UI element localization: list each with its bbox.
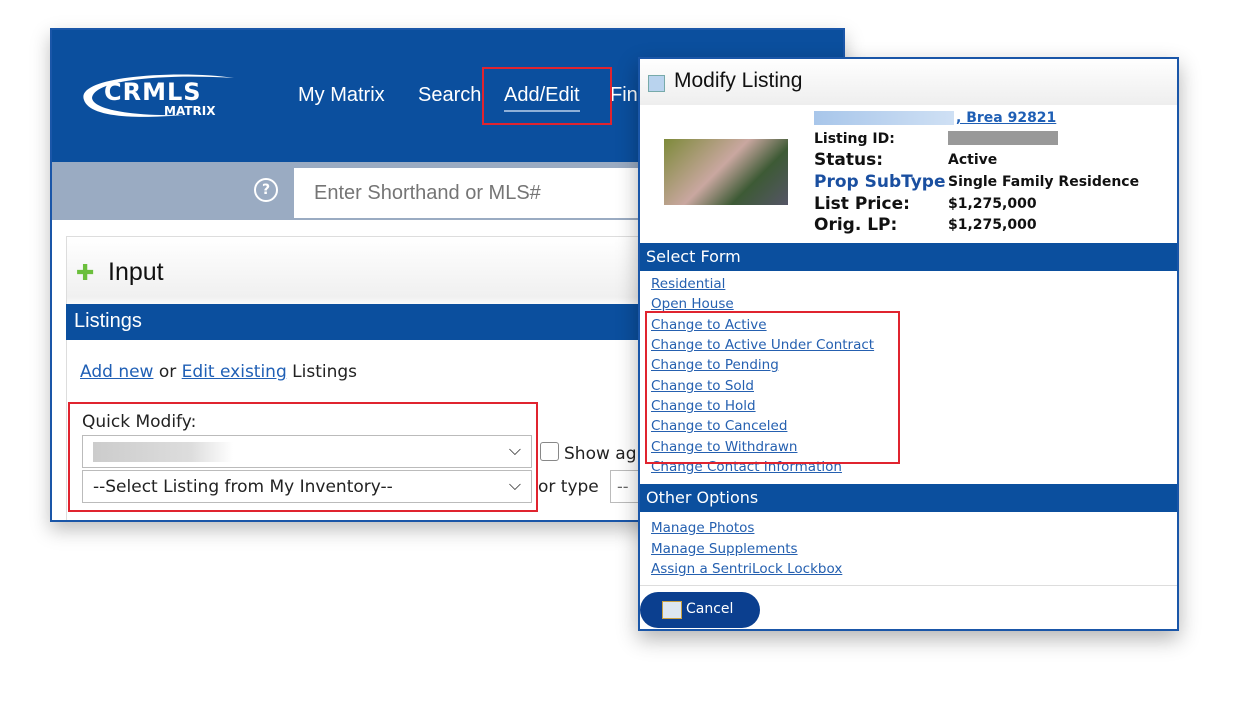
form-link-open-house[interactable]: Open House — [651, 296, 734, 312]
manage-photos-link[interactable]: Manage Photos — [651, 520, 754, 536]
assign-lockbox-link[interactable]: Assign a SentriLock Lockbox — [651, 561, 842, 577]
highlight-box — [645, 311, 900, 464]
highlight-box — [482, 67, 612, 125]
address-link[interactable]: , Brea 92821 — [956, 110, 1056, 126]
manage-supplements-link[interactable]: Manage Supplements — [651, 541, 798, 557]
prop-subtype-label: Prop SubType — [814, 172, 946, 192]
help-icon[interactable]: ? — [254, 178, 278, 202]
panel-title: Input — [108, 258, 164, 286]
edit-existing-link[interactable]: Edit existing — [182, 362, 287, 382]
listings-text: Listings — [292, 362, 358, 382]
form-link-residential[interactable]: Residential — [651, 276, 725, 292]
window-icon — [648, 75, 665, 92]
redacted-address — [814, 111, 954, 125]
divider — [640, 585, 1177, 586]
svg-text:MATRIX: MATRIX — [164, 104, 216, 118]
listing-id-label: Listing ID: — [814, 131, 895, 147]
cancel-button[interactable]: Cancel — [640, 592, 760, 628]
svg-text:CRMLS: CRMLS — [104, 78, 202, 106]
redacted-listing-id — [948, 131, 1058, 145]
edit-icon — [662, 601, 682, 619]
listings-links: Add new or Edit existing Listings — [80, 362, 357, 382]
nav-my-matrix[interactable]: My Matrix — [298, 84, 385, 107]
add-new-link[interactable]: Add new — [80, 362, 153, 382]
nav-find[interactable]: Fin — [610, 84, 638, 107]
modify-listing-dialog: Modify Listing , Brea 92821 Listing ID: … — [638, 57, 1179, 631]
show-label: Show ag — [564, 444, 637, 464]
select-form-header: Select Form — [640, 243, 1177, 271]
dialog-title: Modify Listing — [640, 59, 1177, 105]
highlight-box — [68, 402, 538, 512]
orig-lp-label: Orig. LP: — [814, 215, 898, 235]
nav-search[interactable]: Search — [418, 84, 481, 107]
listing-photo — [664, 139, 788, 205]
or-text: or — [158, 362, 177, 382]
status-value: Active — [948, 152, 998, 168]
prop-subtype-value: Single Family Residence — [948, 174, 1140, 190]
or-type-label: or type — [538, 477, 599, 497]
plus-icon: ✚ — [76, 261, 95, 286]
other-options-header: Other Options — [640, 484, 1177, 512]
orig-lp-value: $1,275,000 — [948, 217, 1037, 233]
crmls-logo[interactable]: CRMLS MATRIX — [64, 70, 254, 120]
list-price-label: List Price: — [814, 194, 910, 214]
show-agent-checkbox[interactable] — [540, 442, 559, 461]
list-price-value: $1,275,000 — [948, 196, 1037, 212]
status-label: Status: — [814, 150, 883, 170]
